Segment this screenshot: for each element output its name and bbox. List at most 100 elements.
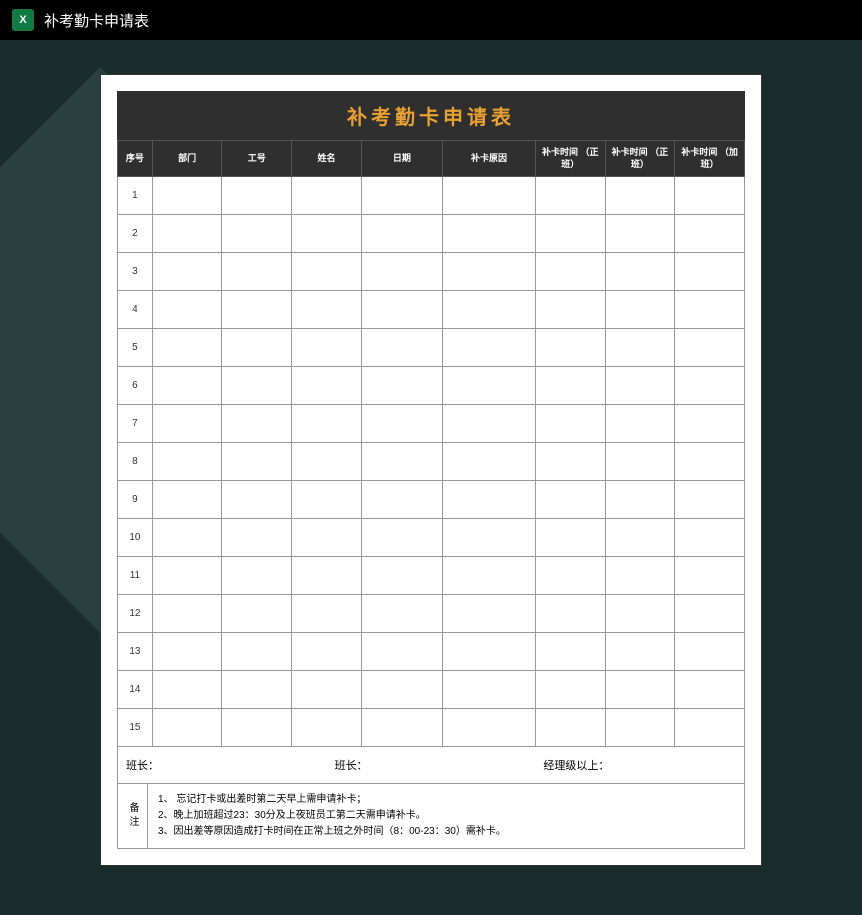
table-row: 8: [118, 443, 745, 481]
table-row: 14: [118, 671, 745, 709]
table-cell: [222, 215, 292, 253]
table-cell: [361, 557, 442, 595]
table-row: 12: [118, 595, 745, 633]
table-cell: [152, 405, 222, 443]
table-cell: [535, 253, 605, 291]
table-cell: [222, 329, 292, 367]
table-cell: [605, 519, 675, 557]
table-row: 10: [118, 519, 745, 557]
table-cell: [292, 177, 362, 215]
table-cell: [675, 215, 745, 253]
table-cell: [605, 215, 675, 253]
table-cell: 1: [118, 177, 153, 215]
table-cell: [675, 329, 745, 367]
table-cell: [443, 405, 536, 443]
signature-2: 班长：: [327, 747, 536, 783]
table-cell: [535, 405, 605, 443]
table-cell: [361, 481, 442, 519]
note-line-2: 2、晚上加班超过23：30分及上夜班员工第二天需申请补卡。: [158, 808, 734, 824]
table-cell: [535, 329, 605, 367]
table-cell: 6: [118, 367, 153, 405]
table-cell: [292, 215, 362, 253]
window-title: 补考勤卡申请表: [44, 10, 149, 31]
table-row: 6: [118, 367, 745, 405]
table-cell: [361, 253, 442, 291]
table-cell: [535, 671, 605, 709]
table-cell: [222, 443, 292, 481]
table-cell: [361, 215, 442, 253]
table-cell: 5: [118, 329, 153, 367]
table-cell: [152, 177, 222, 215]
table-cell: [152, 671, 222, 709]
table-cell: [605, 671, 675, 709]
col-dept: 部门: [152, 141, 222, 177]
table-cell: [675, 671, 745, 709]
table-cell: [292, 671, 362, 709]
table-header-row: 序号 部门 工号 姓名 日期 补卡原因 补卡时间 （正班） 补卡时间 （正班） …: [118, 141, 745, 177]
excel-icon-letter: X: [19, 14, 26, 26]
table-cell: [535, 291, 605, 329]
note-line-1: 1、 忘记打卡或出差时第二天早上需申请补卡；: [158, 792, 734, 808]
table-cell: [675, 177, 745, 215]
table-cell: [222, 595, 292, 633]
table-row: 5: [118, 329, 745, 367]
table-cell: [535, 443, 605, 481]
table-cell: [361, 367, 442, 405]
table-cell: [443, 557, 536, 595]
table-cell: [535, 519, 605, 557]
table-cell: [605, 557, 675, 595]
table-cell: [152, 481, 222, 519]
table-cell: 13: [118, 633, 153, 671]
table-cell: 10: [118, 519, 153, 557]
table-cell: [292, 519, 362, 557]
table-cell: [443, 367, 536, 405]
table-cell: [292, 291, 362, 329]
col-time-on: 补卡时间 （正班）: [535, 141, 605, 177]
table-cell: [152, 215, 222, 253]
table-cell: [222, 519, 292, 557]
document-inner: 补考勤卡申请表 序号 部门 工号 姓名 日期 补卡原因 补卡时间 （正班） 补卡…: [107, 81, 755, 859]
table-cell: [222, 633, 292, 671]
document-page: 补考勤卡申请表 序号 部门 工号 姓名 日期 补卡原因 补卡时间 （正班） 补卡…: [101, 75, 761, 865]
table-cell: [292, 405, 362, 443]
table-cell: [152, 633, 222, 671]
table-cell: [152, 709, 222, 747]
table-cell: [222, 367, 292, 405]
table-cell: [292, 329, 362, 367]
table-cell: [535, 709, 605, 747]
table-cell: [675, 367, 745, 405]
table-cell: [675, 291, 745, 329]
table-cell: [443, 595, 536, 633]
table-cell: [605, 595, 675, 633]
table-cell: [361, 291, 442, 329]
signature-1: 班长：: [118, 747, 327, 783]
attendance-table: 序号 部门 工号 姓名 日期 补卡原因 补卡时间 （正班） 补卡时间 （正班） …: [117, 140, 745, 747]
table-cell: [292, 253, 362, 291]
signature-3: 经理级以上：: [535, 747, 744, 783]
table-cell: [292, 443, 362, 481]
table-cell: [292, 481, 362, 519]
table-cell: [222, 253, 292, 291]
table-cell: [222, 671, 292, 709]
table-cell: [443, 291, 536, 329]
table-cell: [152, 367, 222, 405]
table-cell: 14: [118, 671, 153, 709]
table-cell: [361, 633, 442, 671]
table-cell: [152, 443, 222, 481]
table-cell: [361, 329, 442, 367]
table-cell: [675, 481, 745, 519]
table-cell: [361, 595, 442, 633]
table-cell: [222, 557, 292, 595]
table-cell: [675, 595, 745, 633]
table-cell: [152, 291, 222, 329]
table-cell: [605, 633, 675, 671]
table-cell: [152, 595, 222, 633]
table-cell: [535, 215, 605, 253]
notes-row: 备注 1、 忘记打卡或出差时第二天早上需申请补卡； 2、晚上加班超过23：30分…: [117, 784, 745, 849]
table-cell: [605, 709, 675, 747]
table-cell: [675, 405, 745, 443]
table-cell: 4: [118, 291, 153, 329]
table-row: 15: [118, 709, 745, 747]
table-cell: [605, 367, 675, 405]
table-row: 3: [118, 253, 745, 291]
